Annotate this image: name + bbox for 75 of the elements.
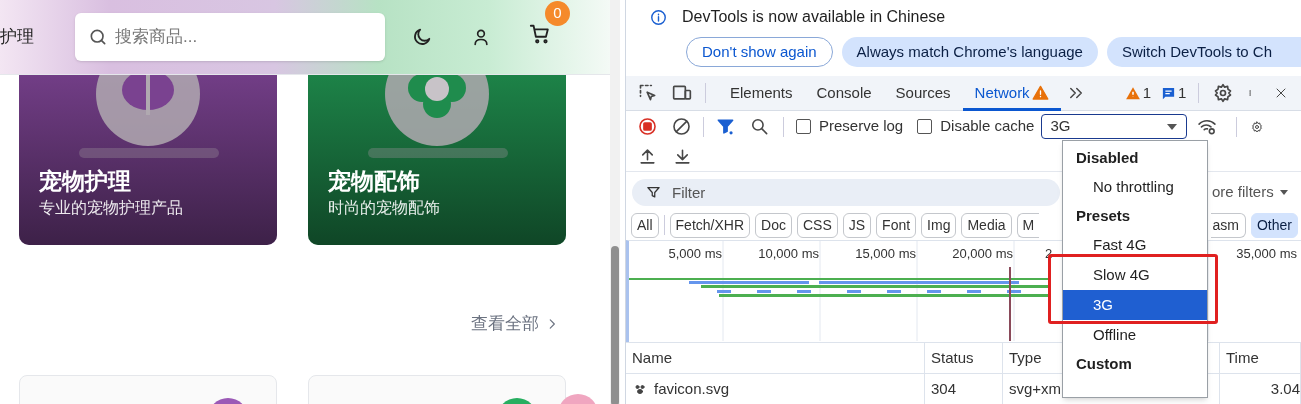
type-filter-chip[interactable]: Other xyxy=(1251,212,1298,238)
timeline-tick-label: 35,000 ms xyxy=(1236,245,1297,264)
type-filter-chip[interactable]: asm xyxy=(1210,212,1246,238)
network-conditions-icon[interactable] xyxy=(1196,117,1219,136)
messages-button[interactable]: 1 xyxy=(1160,81,1187,105)
cart-icon[interactable] xyxy=(529,22,551,45)
clear-icon[interactable] xyxy=(672,117,691,136)
table-cell-text: 3.04 xyxy=(1270,378,1300,399)
message-icon xyxy=(1160,85,1176,101)
type-filter-chip[interactable]: Img xyxy=(921,212,957,238)
card-title: 宠物配饰 xyxy=(328,167,421,196)
more-filters-dropdown[interactable]: ore filters xyxy=(1212,181,1288,204)
inspect-icon[interactable] xyxy=(638,83,658,103)
scrollbar-thumb[interactable] xyxy=(611,246,619,404)
table-cell-text: svg+xm xyxy=(1009,378,1062,399)
timeline-tick-label: 20,000 ms xyxy=(952,245,1013,264)
panel-tab[interactable]: Console xyxy=(804,75,884,111)
card-subtitle: 时尚的宠物配饰 xyxy=(328,198,440,218)
info-icon xyxy=(650,8,667,26)
infobar-button[interactable]: Always match Chrome's language xyxy=(841,37,1098,67)
menu-option[interactable]: Slow 4G xyxy=(1063,260,1207,290)
filter-icon xyxy=(646,185,661,200)
timeline-tick-label: 5,000 ms xyxy=(668,245,722,264)
menu-option[interactable]: Offline xyxy=(1063,320,1207,350)
column-header[interactable]: Name xyxy=(632,347,672,370)
search-icon[interactable] xyxy=(750,117,769,136)
timeline-tick-label: 10,000 ms xyxy=(758,245,819,264)
infobar-button[interactable]: Don't show again xyxy=(686,37,833,67)
view-all-link[interactable]: 查看全部 xyxy=(471,311,559,337)
menu-option[interactable]: Fast 4G xyxy=(1063,230,1207,260)
upload-icon[interactable] xyxy=(638,147,657,166)
checkbox-option[interactable]: Disable cache xyxy=(917,115,1035,138)
paw-icon xyxy=(634,383,646,395)
record-icon[interactable] xyxy=(638,117,657,136)
type-filter-chip[interactable]: Font xyxy=(876,212,917,238)
menu-option[interactable]: 3G xyxy=(1063,290,1207,320)
card-subtitle: 专业的宠物护理产品 xyxy=(39,198,183,218)
column-header[interactable]: Type xyxy=(1009,347,1042,370)
menu-group-label: Disabled xyxy=(1075,147,1140,168)
infobar-button[interactable]: Switch DevTools to Ch xyxy=(1106,37,1301,67)
throttling-select[interactable]: 3G xyxy=(1041,114,1188,139)
type-filter-chip[interactable]: CSS xyxy=(796,212,838,238)
moon-icon[interactable] xyxy=(411,26,433,48)
panel-tab[interactable]: Sources xyxy=(883,75,963,111)
type-filter-chip[interactable]: Fetch/XHR xyxy=(669,212,751,238)
panel-tab[interactable]: Elements xyxy=(718,75,805,111)
filter-field[interactable]: Filter xyxy=(632,179,1060,206)
column-header[interactable]: Status xyxy=(931,347,974,370)
type-filter-chip[interactable]: M xyxy=(1016,212,1039,238)
timeline-tick-label: 15,000 ms xyxy=(855,245,916,264)
menu-option[interactable]: No throttling xyxy=(1063,172,1207,202)
card-title: 宠物护理 xyxy=(39,167,132,196)
search-icon xyxy=(88,27,108,47)
warnings-button[interactable]: 1 xyxy=(1124,81,1151,105)
table-cell-text: 304 xyxy=(931,378,957,399)
menu-group-label: Presets xyxy=(1075,205,1132,226)
panel-tab[interactable]: Network xyxy=(962,75,1061,111)
download-icon[interactable] xyxy=(673,147,692,166)
type-filter-chip[interactable]: All xyxy=(631,212,659,238)
type-filter-chip[interactable]: Doc xyxy=(755,212,792,238)
user-icon[interactable] xyxy=(471,27,491,47)
type-filter-chip[interactable]: Media xyxy=(961,212,1012,238)
cart-count-badge: 0 xyxy=(545,0,570,26)
search-field[interactable]: 搜索商品... xyxy=(75,13,385,61)
table-cell-text: favicon.svg xyxy=(654,378,730,399)
filter-icon[interactable] xyxy=(716,117,735,136)
nav-link[interactable]: 护理 xyxy=(0,24,75,50)
device-toolbar-icon[interactable] xyxy=(671,83,693,103)
menu-group-label: Custom xyxy=(1075,353,1133,374)
checkbox-option[interactable]: Preserve log xyxy=(796,115,904,138)
type-filter-chip[interactable]: JS xyxy=(842,212,872,238)
info-message: DevTools is now available in Chinese xyxy=(682,7,946,27)
column-header[interactable]: Time xyxy=(1226,347,1259,370)
settings-icon[interactable] xyxy=(1213,83,1234,103)
warning-icon xyxy=(1124,85,1141,101)
